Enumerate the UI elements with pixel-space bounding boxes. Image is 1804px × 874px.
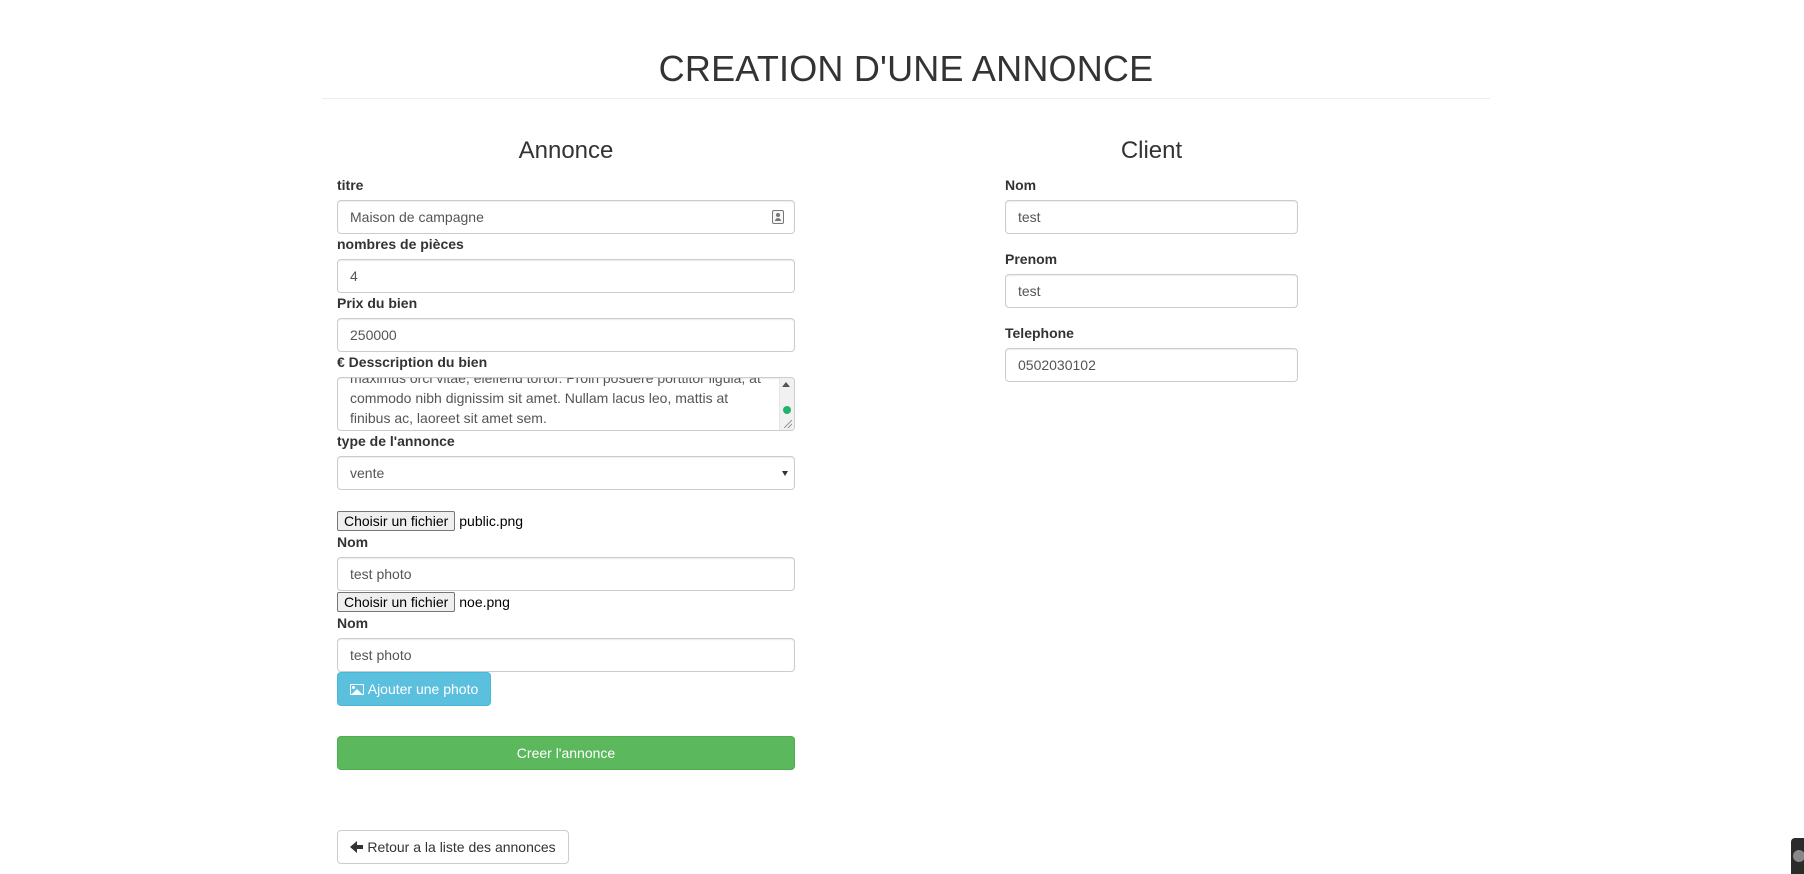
photo-name-label: Nom bbox=[337, 615, 369, 631]
type-selected-value: vente bbox=[350, 465, 385, 481]
choose-file-button[interactable]: Choisir un fichier bbox=[337, 592, 456, 612]
client-telephone-value: 0502030102 bbox=[1018, 357, 1096, 373]
create-annonce-button[interactable]: Creer l'annonce bbox=[337, 736, 795, 770]
add-photo-button[interactable]: Ajouter une photo bbox=[337, 672, 491, 706]
pieces-label: nombres de pièces bbox=[337, 236, 464, 252]
client-prenom-input[interactable]: test bbox=[1005, 274, 1298, 308]
client-nom-value: test bbox=[1018, 209, 1041, 225]
prix-input[interactable]: 250000 bbox=[337, 318, 795, 352]
annonce-section-title: Annonce bbox=[518, 137, 614, 164]
title-divider bbox=[322, 98, 1490, 99]
description-textarea[interactable]: maximus orci vitae, eleifend tortor. Pro… bbox=[337, 377, 795, 431]
photo-name-input[interactable]: test photo bbox=[337, 638, 795, 672]
contact-card-icon[interactable] bbox=[772, 210, 784, 224]
page-title: CREATION D'UNE ANNONCE bbox=[658, 48, 1154, 89]
add-photo-label: Ajouter une photo bbox=[367, 681, 479, 697]
type-select[interactable]: vente bbox=[337, 456, 795, 490]
arrow-left-icon bbox=[350, 841, 364, 853]
prix-label: Prix du bien bbox=[337, 295, 418, 311]
titre-input[interactable]: Maison de campagne bbox=[337, 200, 795, 234]
file-name: noe.png bbox=[459, 594, 510, 610]
prix-value: 250000 bbox=[350, 327, 397, 343]
create-annonce-label: Creer l'annonce bbox=[516, 745, 616, 761]
file-name: public.png bbox=[459, 513, 524, 529]
scroll-thumb[interactable] bbox=[783, 406, 791, 414]
photo-name-label: Nom bbox=[337, 534, 369, 550]
photo-file-row: Choisir un fichier public.png bbox=[337, 511, 523, 531]
description-value: maximus orci vitae, eleifend tortor. Pro… bbox=[350, 377, 761, 426]
photo-file-row: Choisir un fichier noe.png bbox=[337, 592, 510, 612]
floating-widget-icon[interactable] bbox=[1791, 838, 1804, 874]
scroll-up-icon[interactable] bbox=[782, 382, 790, 387]
resize-handle-icon[interactable] bbox=[784, 420, 792, 428]
client-nom-input[interactable]: test bbox=[1005, 200, 1298, 234]
pieces-value: 4 bbox=[350, 268, 358, 284]
client-telephone-input[interactable]: 0502030102 bbox=[1005, 348, 1298, 382]
client-nom-label: Nom bbox=[1005, 177, 1037, 193]
photo-name-input[interactable]: test photo bbox=[337, 557, 795, 591]
type-label: type de l'annonce bbox=[337, 433, 455, 449]
back-to-list-label: Retour a la liste des annonces bbox=[367, 839, 556, 855]
client-telephone-label: Telephone bbox=[1005, 325, 1074, 341]
titre-value: Maison de campagne bbox=[350, 209, 484, 225]
caret-down-icon bbox=[782, 471, 788, 476]
client-prenom-value: test bbox=[1018, 283, 1041, 299]
picture-icon bbox=[349, 684, 364, 695]
back-to-list-button[interactable]: Retour a la liste des annonces bbox=[337, 830, 569, 864]
client-prenom-label: Prenom bbox=[1005, 251, 1058, 267]
client-section-title: Client bbox=[1120, 137, 1183, 164]
titre-label: titre bbox=[337, 177, 364, 193]
choose-file-button[interactable]: Choisir un fichier bbox=[337, 511, 456, 531]
photo-name-value: test photo bbox=[350, 566, 412, 582]
photo-name-value: test photo bbox=[350, 647, 412, 663]
pieces-input[interactable]: 4 bbox=[337, 259, 795, 293]
description-label: € Desscription du bien bbox=[337, 354, 488, 370]
